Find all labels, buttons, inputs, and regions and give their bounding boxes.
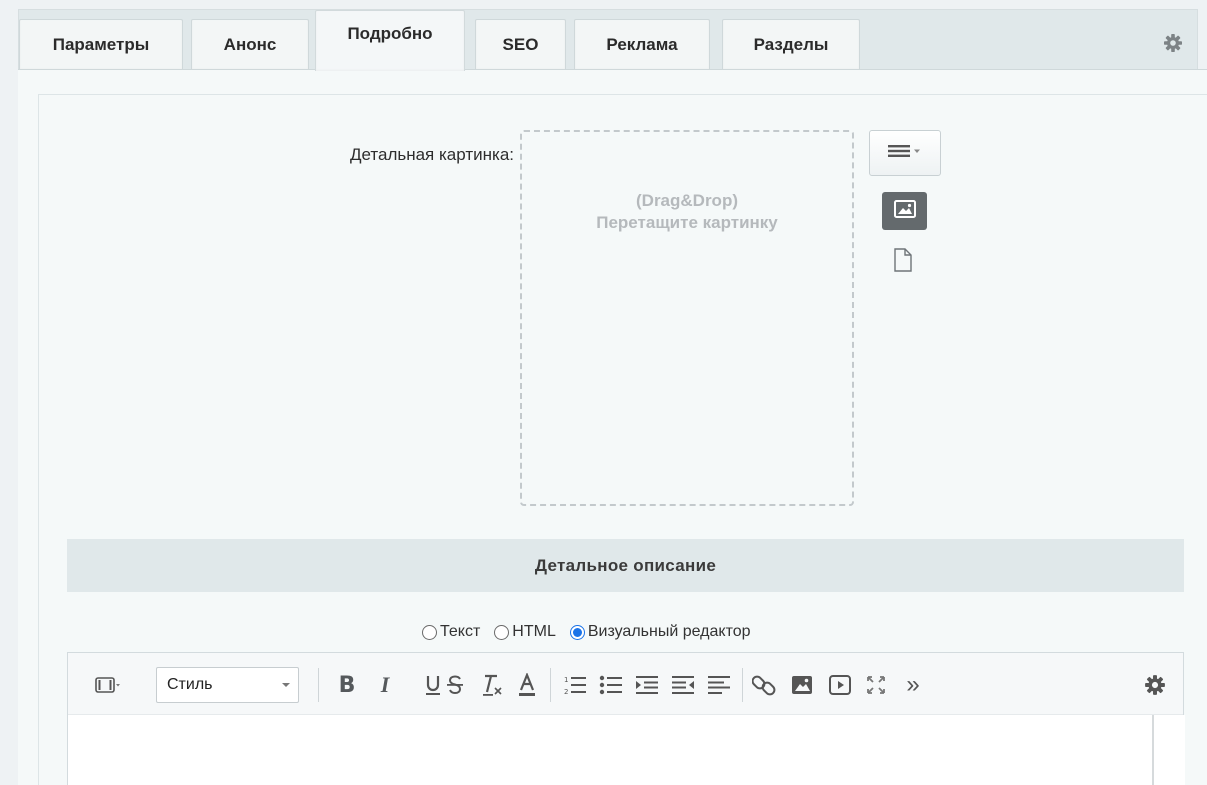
detail-description-header: Детальное описание <box>67 539 1184 592</box>
video-icon[interactable] <box>824 667 856 703</box>
radio-button-checked[interactable] <box>569 624 585 640</box>
radio-label: Текст <box>440 623 481 640</box>
tab-sections[interactable]: Разделы <box>722 19 860 70</box>
remove-format-icon[interactable] <box>478 667 506 703</box>
mode-text-radio[interactable]: Текст <box>422 623 480 641</box>
ordered-list-icon[interactable]: 1 2 <box>560 667 590 703</box>
detail-picture-label: Детальная картинка: <box>349 145 514 164</box>
visual-editor: Стиль B I 1 2 » <box>67 652 1185 785</box>
radio-button[interactable] <box>494 624 510 640</box>
tab-label: Разделы <box>753 35 829 54</box>
image-dropzone[interactable]: (Drag&Drop) Перетащите картинку <box>520 130 854 506</box>
radio-label: Визуальный редактор <box>587 623 751 640</box>
tab-advertising[interactable]: Реклама <box>574 19 710 70</box>
radio-button[interactable] <box>422 624 437 640</box>
tab-label: SEO <box>502 35 539 54</box>
tab-announce[interactable]: Анонс <box>191 19 309 70</box>
style-select-value: Стиль <box>167 676 213 693</box>
unordered-list-icon[interactable] <box>596 667 626 703</box>
upload-menu-button[interactable] <box>869 130 941 176</box>
chevron-down-icon <box>282 683 290 687</box>
tab-details[interactable]: Подробно <box>315 10 465 71</box>
gear-icon[interactable] <box>1163 33 1183 53</box>
link-icon[interactable] <box>748 667 780 703</box>
editor-scrollbar[interactable] <box>1152 715 1185 785</box>
tab-label: Подробно <box>347 24 433 43</box>
editor-toolbar: Стиль B I 1 2 » <box>68 653 1183 715</box>
editor-mode-radios: Текст HTML Визуальный редактор <box>422 620 765 644</box>
italic-icon[interactable]: I <box>372 667 398 703</box>
outdent-icon[interactable] <box>668 667 698 703</box>
tab-bar: Параметры Анонс Подробно SEO Реклама Раз… <box>18 9 1198 71</box>
svg-text:2: 2 <box>564 688 568 696</box>
toolbar-divider <box>318 668 319 702</box>
insert-image-icon[interactable] <box>786 667 818 703</box>
tab-label: Реклама <box>606 35 678 54</box>
radio-label: HTML <box>512 623 556 640</box>
toolbar-divider <box>742 668 743 702</box>
indent-icon[interactable] <box>632 667 662 703</box>
image-icon <box>893 199 916 223</box>
editor-content-area[interactable] <box>68 715 1152 785</box>
dropzone-hint: (Drag&Drop) <box>636 191 738 210</box>
align-icon[interactable] <box>704 667 734 703</box>
style-select[interactable]: Стиль <box>156 667 299 703</box>
strikethrough-icon[interactable] <box>442 667 468 703</box>
mode-visual-editor-radio[interactable]: Визуальный редактор <box>569 623 751 641</box>
dropzone-text: Перетащите картинку <box>596 213 778 232</box>
tab-label: Анонс <box>223 35 277 54</box>
toolbar-divider <box>550 668 551 702</box>
bold-icon[interactable]: B <box>334 667 360 703</box>
mode-html-radio[interactable]: HTML <box>494 623 556 641</box>
font-color-icon[interactable] <box>514 667 540 703</box>
editor-settings-icon[interactable] <box>1138 667 1172 703</box>
svg-text:1: 1 <box>564 676 568 684</box>
select-image-button[interactable] <box>882 192 927 230</box>
file-icon[interactable] <box>893 248 913 277</box>
fullscreen-icon[interactable] <box>860 667 892 703</box>
more-icon[interactable]: » <box>898 667 928 703</box>
film-strip-icon[interactable] <box>90 667 126 703</box>
hamburger-dropdown-icon <box>888 144 922 163</box>
tab-label: Параметры <box>52 35 150 54</box>
tab-seo[interactable]: SEO <box>475 19 566 70</box>
tab-parameters[interactable]: Параметры <box>19 19 183 70</box>
